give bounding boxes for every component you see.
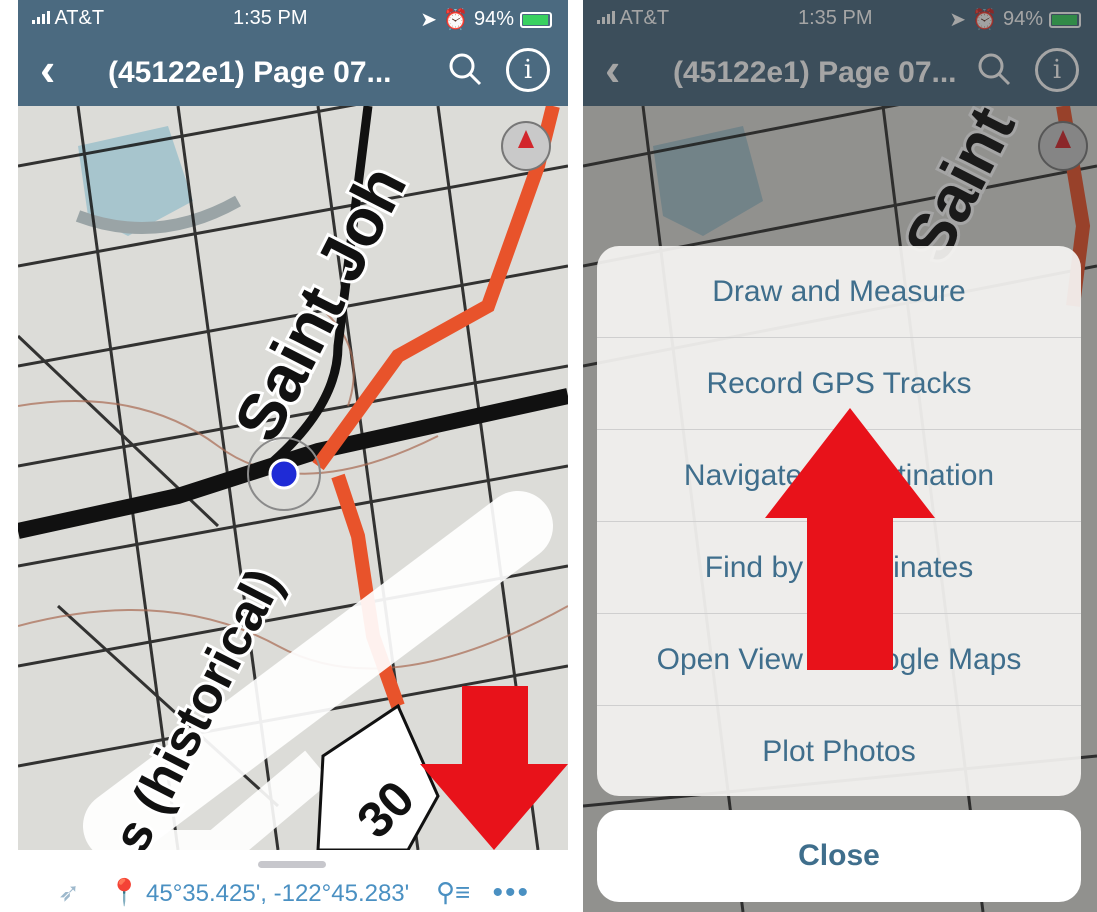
gps-coordinates: 45°35.425', -122°45.283' <box>146 880 410 907</box>
status-bar: AT&T 1:35 PM ➤ ⏰ 94% <box>18 0 568 36</box>
back-chevron-icon[interactable]: ‹ <box>40 44 55 94</box>
right-phone-screen: AT&T 1:35 PM ➤ ⏰ 94% ‹ (45122e1) Page 07… <box>583 0 1097 912</box>
page-title: (45122e1) Page 07... <box>108 56 392 89</box>
map-pin-icon[interactable]: 📍 <box>108 878 140 906</box>
nav-bar: ‹ (45122e1) Page 07... i <box>18 36 568 106</box>
pin-list-icon[interactable]: ⚲≡ <box>436 878 470 906</box>
battery-percent: 94% <box>473 8 514 30</box>
alarm-icon: ⏰ <box>443 9 468 31</box>
carrier-group: AT&T <box>32 7 104 30</box>
location-services-icon: ➤ <box>420 9 438 31</box>
info-icon[interactable]: i <box>506 48 550 92</box>
battery-icon <box>520 11 552 28</box>
status-time: 1:35 PM <box>233 7 308 29</box>
action-draw-measure[interactable]: Draw and Measure <box>597 246 1081 338</box>
left-phone-screen: AT&T 1:35 PM ➤ ⏰ 94% ‹ (45122e1) Page 07… <box>18 0 568 912</box>
red-arrow-down-annotation <box>420 686 568 850</box>
status-right: ➤ ⏰ 94% <box>420 7 552 32</box>
red-arrow-up-annotation <box>765 408 935 670</box>
location-arrow-icon[interactable]: ➶ <box>58 878 80 906</box>
gps-location-dot <box>268 458 300 490</box>
bottom-toolbar: ➶ 📍 45°35.425', -122°45.283' ⚲≡ ••• <box>18 850 568 912</box>
search-icon[interactable] <box>446 50 486 95</box>
carrier-label: AT&T <box>54 7 105 29</box>
action-plot-photos[interactable]: Plot Photos <box>597 706 1081 796</box>
signal-icon <box>32 10 50 24</box>
more-options-button[interactable]: ••• <box>492 876 530 910</box>
drag-handle[interactable] <box>258 861 326 868</box>
close-button[interactable]: Close <box>597 810 1081 902</box>
